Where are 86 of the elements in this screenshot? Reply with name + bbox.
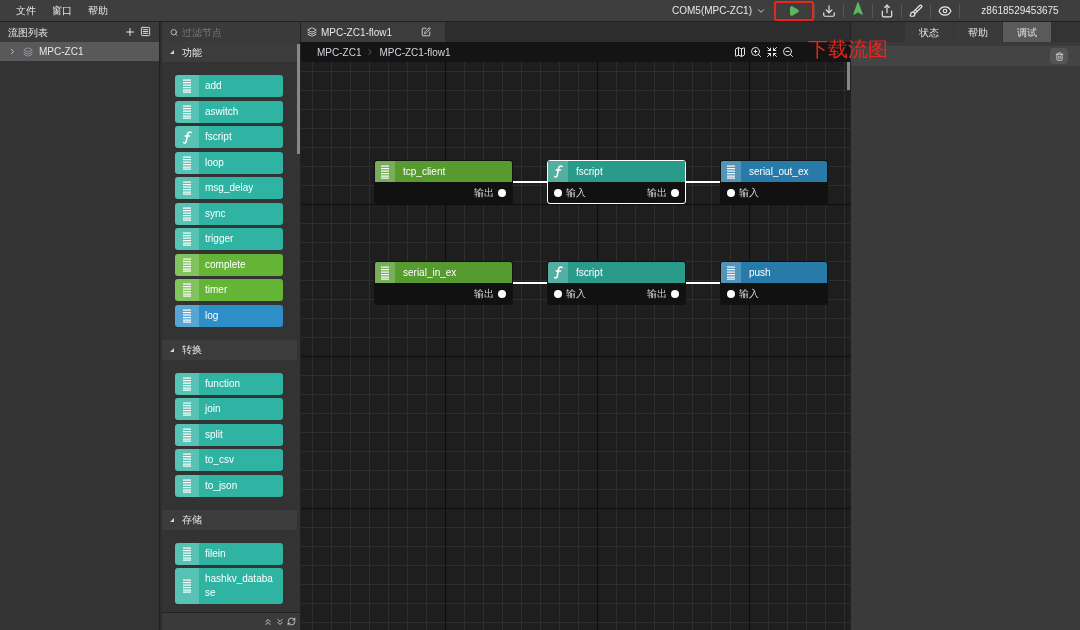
panel-tab[interactable]: 帮助 xyxy=(953,22,1002,42)
annotation-text: 下载流图 xyxy=(808,37,888,62)
menu-item[interactable]: 帮助 xyxy=(88,3,108,18)
menu-item[interactable]: 窗口 xyxy=(52,3,72,18)
breadcrumb-item[interactable]: MPC-ZC1 xyxy=(317,44,362,60)
play-icon xyxy=(788,4,800,17)
port-label: 输出 xyxy=(647,287,667,301)
add-icon[interactable] xyxy=(124,26,136,38)
lines-icon xyxy=(183,376,191,391)
port-label: 输出 xyxy=(474,186,494,200)
port-label: 输入 xyxy=(566,287,586,301)
port-label: 输出 xyxy=(474,287,494,301)
flow-canvas[interactable]: tcp_client 输出 fscript 输入 输出 serial_out_ex 输入 serial_in_ex 输出 fscript 输入 输出 push 输入 xyxy=(301,62,850,630)
lines-icon xyxy=(183,427,191,442)
delete-button[interactable] xyxy=(1050,48,1068,64)
lines-icon xyxy=(727,164,735,179)
menu-item[interactable]: 文件 xyxy=(16,3,36,18)
export-icon xyxy=(880,3,894,18)
node-title: fscript xyxy=(575,266,604,280)
port-label: 输入 xyxy=(739,287,759,301)
function-icon xyxy=(553,165,563,178)
user-name: z8618529453675 xyxy=(980,4,1060,18)
expand-all-icon[interactable] xyxy=(275,616,285,627)
lines-icon xyxy=(183,453,191,467)
zoom-out-icon[interactable] xyxy=(782,46,794,58)
search-icon xyxy=(170,27,179,37)
panel-title: 流图列表 xyxy=(8,25,48,40)
node-title: fscript xyxy=(575,165,604,179)
lines-icon xyxy=(183,283,191,297)
lines-icon xyxy=(183,402,191,416)
map-icon[interactable] xyxy=(734,46,746,58)
list-icon[interactable] xyxy=(140,26,151,37)
section-header[interactable]: 转换 xyxy=(162,339,297,360)
fit-icon[interactable] xyxy=(766,46,778,58)
breadcrumb-item[interactable]: MPC-ZC1-flow1 xyxy=(379,44,451,60)
lines-icon xyxy=(183,79,191,93)
port-label: 输入 xyxy=(739,186,759,200)
port-label: 输入 xyxy=(566,186,586,200)
toolbar-button[interactable] xyxy=(774,0,814,21)
brush-icon xyxy=(909,3,923,18)
palette-node[interactable]: log xyxy=(175,304,283,327)
lines-icon xyxy=(381,164,389,179)
function-icon xyxy=(553,266,563,279)
trash-icon xyxy=(1054,51,1064,61)
flow-node[interactable]: tcp_client 输出 xyxy=(374,160,513,204)
lines-icon xyxy=(183,104,191,119)
node-title: push xyxy=(748,266,772,280)
node-title: serial_in_ex xyxy=(402,266,458,280)
flow-tab[interactable]: MPC-ZC1-flow1 xyxy=(301,22,445,42)
flow-icon xyxy=(23,46,33,57)
flow-node[interactable]: serial_out_ex 输入 xyxy=(720,160,828,204)
flow-node[interactable]: serial_in_ex 输出 xyxy=(374,261,513,305)
expand-icon[interactable] xyxy=(8,47,17,56)
flow-node[interactable]: fscript 输入 输出 xyxy=(547,261,686,305)
lines-icon xyxy=(381,265,389,280)
eye-icon xyxy=(938,3,952,18)
lines-icon xyxy=(183,232,191,246)
download-icon xyxy=(822,3,836,18)
lines-icon xyxy=(183,206,191,221)
node-title: tcp_client xyxy=(402,165,447,179)
function-icon xyxy=(182,130,192,144)
lines-icon xyxy=(183,579,191,593)
section-header[interactable]: 存储 xyxy=(162,509,297,530)
lines-icon xyxy=(183,155,191,170)
lines-icon xyxy=(183,478,191,493)
zoom-in-icon[interactable] xyxy=(750,46,762,58)
lines-icon xyxy=(183,308,191,323)
port-dropdown[interactable]: COM5(MPC-ZC1) xyxy=(664,3,774,18)
scrollbar[interactable] xyxy=(297,44,300,154)
flow-node[interactable]: push 输入 xyxy=(720,261,828,305)
flow-icon xyxy=(307,27,317,37)
lines-icon xyxy=(727,265,735,280)
node-title: serial_out_ex xyxy=(748,165,810,179)
panel-tab[interactable]: 调试 xyxy=(1002,22,1051,42)
flow-node[interactable]: fscript 输入 输出 xyxy=(547,160,686,204)
edit-icon[interactable] xyxy=(421,27,431,37)
collapse-all-icon[interactable] xyxy=(263,616,273,627)
panel-tab[interactable]: 状态 xyxy=(904,22,953,42)
port-label: 输出 xyxy=(647,186,667,200)
section-header[interactable]: 功能 xyxy=(162,42,297,62)
lines-icon xyxy=(183,257,191,272)
scrollbar[interactable] xyxy=(847,62,850,90)
refresh-icon[interactable] xyxy=(287,617,296,626)
lines-icon xyxy=(183,181,191,195)
lines-icon xyxy=(183,546,191,561)
flow-list-item[interactable]: MPC-ZC1 xyxy=(0,42,159,61)
